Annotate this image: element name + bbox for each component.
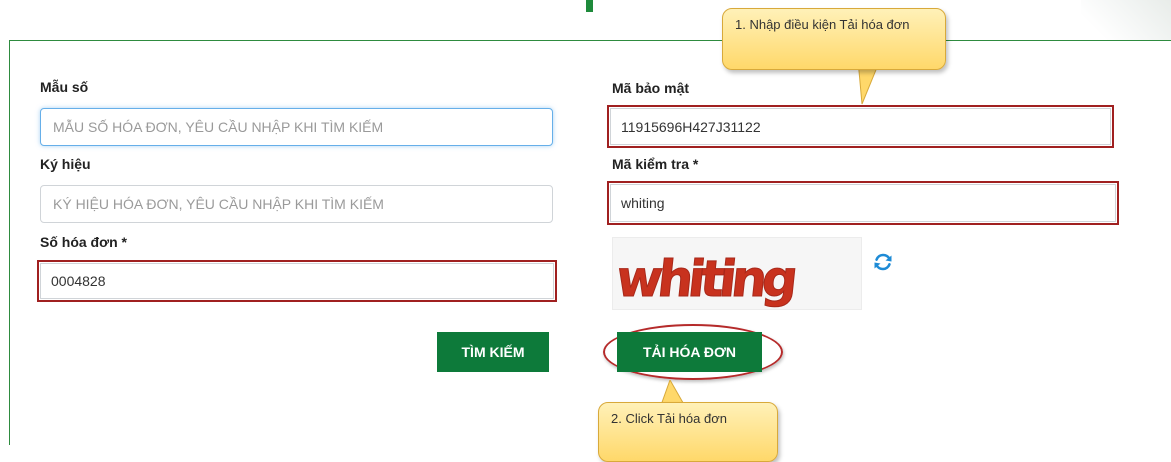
search-button[interactable]: TÌM KIẾM — [437, 332, 549, 372]
ma-kiem-tra-input[interactable]: whiting — [607, 181, 1119, 225]
callout-step1: 1. Nhập điều kiện Tải hóa đơn — [722, 8, 946, 70]
ma-kiem-tra-label: Mã kiểm tra * — [612, 156, 699, 172]
so-hoa-don-input[interactable]: 0004828 — [37, 260, 557, 302]
ma-kiem-tra-value: whiting — [621, 195, 665, 211]
header-green-bar — [586, 0, 593, 12]
so-hoa-don-label: Số hóa đơn * — [40, 234, 127, 250]
ma-bao-mat-value: 11915696H427J31122 — [621, 118, 761, 135]
captcha-image: whiting — [612, 237, 862, 310]
ma-bao-mat-label: Mã bảo mật — [612, 80, 690, 96]
captcha-text: whiting — [614, 249, 798, 308]
ma-bao-mat-input[interactable]: 11915696H427J31122 — [607, 105, 1114, 148]
so-hoa-don-value: 0004828 — [51, 273, 106, 289]
callout-step1-text: 1. Nhập điều kiện Tải hóa đơn — [735, 17, 910, 32]
refresh-icon[interactable] — [872, 251, 894, 273]
callout-step2: 2. Click Tải hóa đơn — [598, 402, 778, 462]
download-invoice-button[interactable]: TẢI HÓA ĐƠN — [617, 332, 762, 372]
mau-so-input[interactable] — [40, 108, 553, 146]
invoice-lookup-panel — [9, 40, 1171, 445]
ky-hieu-input[interactable] — [40, 185, 553, 223]
ky-hieu-label: Ký hiệu — [40, 156, 91, 172]
callout-step2-text: 2. Click Tải hóa đơn — [611, 411, 727, 426]
mau-so-label: Mẫu số — [40, 79, 89, 95]
